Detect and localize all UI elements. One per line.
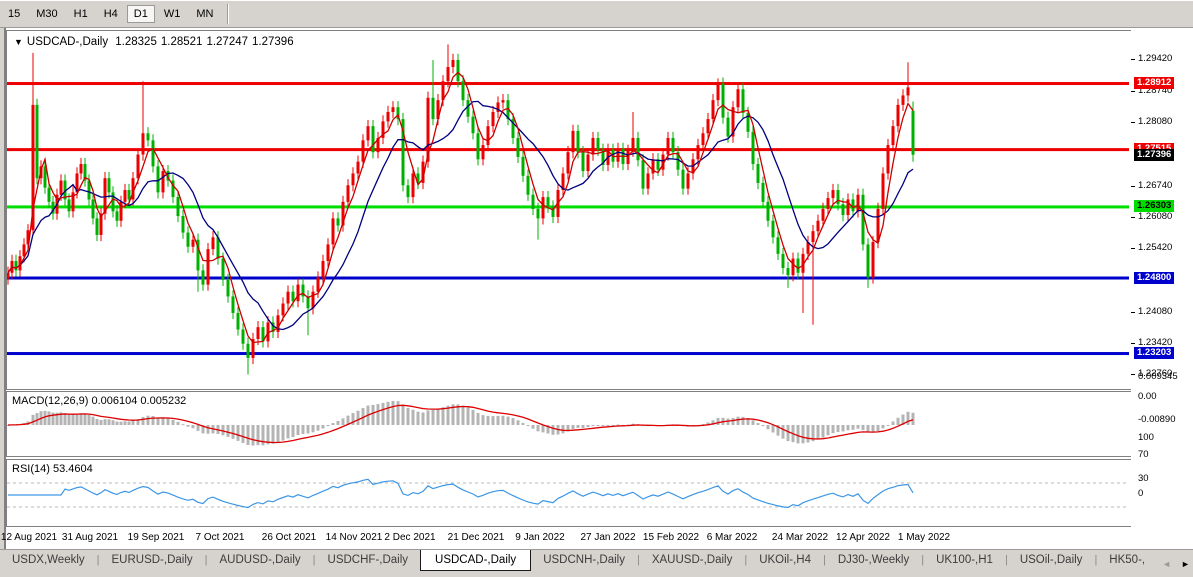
- ohlc-low: 1.27247: [206, 36, 248, 48]
- timeframe-button-h4[interactable]: H4: [97, 5, 125, 23]
- chart-tab-usdcaddaily[interactable]: USDCAD-,Daily: [420, 550, 531, 571]
- date-axis-label: 19 Sep 2021: [128, 532, 185, 543]
- price-axis-tick: 1.28080: [1138, 116, 1172, 127]
- chart-tab-eurusddaily[interactable]: EURUSD-,Daily: [100, 550, 205, 571]
- timeframe-button-w1[interactable]: W1: [157, 5, 188, 23]
- price-level-badge: 1.24800: [1134, 272, 1174, 284]
- price-axis-tick: 1.24080: [1138, 306, 1172, 317]
- chart-window: ▼ USDCAD-,Daily 1.28325 1.285211.27247 1.27…: [0, 28, 1193, 549]
- macd-axis-tick: 0.00: [1138, 391, 1157, 402]
- chart-tab-uk100h1[interactable]: UK100-,H1: [924, 550, 1005, 571]
- macd-values: 0.006104 0.005232: [91, 395, 186, 407]
- date-axis-label: 14 Nov 2021: [326, 532, 383, 543]
- chart-title: ▼ USDCAD-,Daily 1.28325 1.285211.27247 1.27…: [14, 36, 298, 48]
- price-level-badge: 1.26303: [1134, 200, 1174, 212]
- rsi-value: 53.4604: [53, 463, 93, 475]
- price-axis-tick: 1.26740: [1138, 180, 1172, 191]
- price-chart-panel[interactable]: ▼ USDCAD-,Daily 1.28325 1.285211.27247 1.27…: [6, 30, 1132, 390]
- chart-tab-dj30weekly[interactable]: DJ30-,Weekly: [826, 550, 921, 571]
- date-axis-label: 15 Feb 2022: [643, 532, 699, 543]
- chart-tab-bar: USDX,Weekly|EURUSD-,Daily|AUDUSD-,Daily|…: [0, 549, 1193, 577]
- trading-platform-window: { "toolbar": { "timeframes": [ {"label":…: [0, 0, 1193, 576]
- date-axis-label: 1 May 2022: [898, 532, 950, 543]
- rsi-axis-tick: 100: [1138, 432, 1154, 443]
- axis-tick-mark: [1131, 59, 1135, 60]
- price-level-badge: 1.23203: [1134, 347, 1174, 359]
- chart-symbol-label: USDCAD-,Daily: [27, 36, 108, 48]
- axis-tick-mark: [1131, 248, 1135, 249]
- chart-tab-audusddaily[interactable]: AUDUSD-,Daily: [208, 550, 313, 571]
- date-axis-label: 2 Dec 2021: [384, 532, 435, 543]
- tab-scroll-right-icon[interactable]: ►: [1176, 559, 1193, 569]
- date-axis-label: 9 Jan 2022: [515, 532, 565, 543]
- axis-tick-mark: [1131, 217, 1135, 218]
- ohlc-close: 1.27396: [252, 36, 294, 48]
- timeframe-toolbar: 15M30H1H4D1W1MN: [0, 0, 1193, 28]
- tab-scroll-controls: ◄►: [1157, 550, 1193, 577]
- candlestick-chart[interactable]: [7, 31, 1129, 387]
- rsi-axis-tick: 70: [1138, 449, 1149, 460]
- timeframe-button-15[interactable]: 15: [1, 5, 27, 23]
- axis-tick-mark: [1131, 374, 1135, 375]
- chart-tab-usoildaily[interactable]: USOil-,Daily: [1008, 550, 1095, 571]
- axis-tick-mark: [1131, 186, 1135, 187]
- date-axis-label: 6 Mar 2022: [707, 532, 758, 543]
- date-axis-label: 7 Oct 2021: [196, 532, 245, 543]
- axis-tick-mark: [1131, 91, 1135, 92]
- chart-tab-hk50[interactable]: HK50-,: [1097, 550, 1157, 571]
- timeframe-button-mn[interactable]: MN: [189, 5, 220, 23]
- macd-label: MACD(12,26,9) 0.006104 0.005232: [12, 395, 186, 407]
- date-axis-label: 26 Oct 2021: [262, 532, 316, 543]
- toolbar-separator: [227, 4, 229, 24]
- date-axis-label: 12 Apr 2022: [836, 532, 890, 543]
- tab-scroll-left-icon[interactable]: ◄: [1157, 559, 1176, 569]
- macd-axis-tick: 0.009345: [1138, 371, 1178, 382]
- price-level-badge: 1.28912: [1134, 77, 1174, 89]
- ohlc-high: 1.28521: [161, 36, 203, 48]
- timeframe-button-d1[interactable]: D1: [127, 5, 155, 23]
- date-axis-label: 27 Jan 2022: [580, 532, 635, 543]
- rsi-axis-tick: 30: [1138, 473, 1149, 484]
- chart-dropdown-icon[interactable]: ▼: [14, 37, 23, 47]
- rsi-label: RSI(14) 53.4604: [12, 463, 93, 475]
- axis-tick-mark: [1131, 343, 1135, 344]
- rsi-chart[interactable]: [7, 460, 1129, 524]
- macd-panel[interactable]: MACD(12,26,9) 0.006104 0.005232: [6, 391, 1132, 457]
- rsi-axis-tick: 0: [1138, 488, 1143, 499]
- chart-tab-usdchfdaily[interactable]: USDCHF-,Daily: [316, 550, 421, 571]
- axis-tick-mark: [1131, 312, 1135, 313]
- rsi-panel[interactable]: RSI(14) 53.4604: [6, 459, 1132, 527]
- date-axis-label: 31 Aug 2021: [62, 532, 118, 543]
- macd-axis-tick: -0.00890: [1138, 414, 1176, 425]
- chart-tab-ukoilh4[interactable]: UKOil-,H4: [747, 550, 823, 571]
- timeframe-button-h1[interactable]: H1: [67, 5, 95, 23]
- ohlc-open: 1.28325: [115, 36, 157, 48]
- date-axis-label: 21 Dec 2021: [448, 532, 505, 543]
- date-axis-label: 24 Mar 2022: [772, 532, 828, 543]
- price-axis-tick: 1.29420: [1138, 53, 1172, 64]
- timeframe-button-m30[interactable]: M30: [29, 5, 64, 23]
- chart-tab-usdxweekly[interactable]: USDX,Weekly: [0, 550, 97, 571]
- price-level-badge: 1.27396: [1134, 149, 1174, 161]
- chart-tab-usdcnhdaily[interactable]: USDCNH-,Daily: [531, 550, 637, 571]
- date-axis: 12 Aug 202131 Aug 202119 Sep 20217 Oct 2…: [6, 528, 1131, 547]
- chart-tab-xauusddaily[interactable]: XAUUSD-,Daily: [640, 550, 745, 571]
- date-axis-label: 12 Aug 2021: [1, 532, 57, 543]
- price-axis: 1.294201.287401.280801.267401.260801.254…: [1131, 28, 1193, 549]
- price-axis-tick: 1.25420: [1138, 242, 1172, 253]
- axis-tick-mark: [1131, 122, 1135, 123]
- price-axis-tick: 1.26080: [1138, 211, 1172, 222]
